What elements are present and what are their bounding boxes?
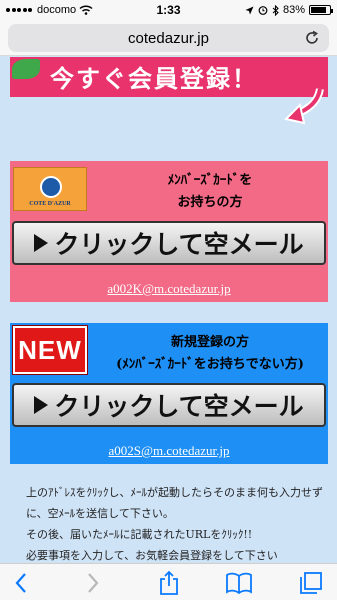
battery-icon: [309, 5, 333, 15]
instructions-text: 上のｱﾄﾞﾚｽをｸﾘｯｸし、ﾒｰﾙが起動したらそのまま何も入力せず に、空ﾒｰﾙ…: [26, 482, 326, 563]
banner-text: 今すぐ会員登録！: [50, 65, 258, 93]
member-card-logo: COTE D'AZUR: [13, 167, 87, 211]
leaf-icon: [12, 59, 40, 79]
address-bar[interactable]: cotedazur.jp: [8, 24, 329, 52]
new-badge: NEW: [12, 325, 88, 375]
status-bar: docomo 1:33 83%: [0, 0, 337, 20]
url-text[interactable]: cotedazur.jp: [8, 30, 329, 47]
new-badge-label: NEW: [18, 334, 82, 365]
member-heading-line2: お持ちの方: [177, 195, 243, 210]
logo-text: COTE D'AZUR: [29, 201, 71, 207]
forward-icon[interactable]: [80, 570, 106, 596]
logo-emblem-icon: [40, 176, 62, 198]
alarm-icon: [258, 6, 268, 15]
status-right: 83%: [245, 4, 333, 16]
battery-percent: 83%: [282, 4, 305, 16]
bluetooth-icon: [272, 4, 279, 16]
reload-icon[interactable]: [303, 29, 321, 47]
member-button-label: クリックして空メール: [54, 230, 304, 259]
play-icon: [34, 396, 49, 414]
location-icon: [245, 6, 254, 14]
instruction-line: 上のｱﾄﾞﾚｽをｸﾘｯｸし、ﾒｰﾙが起動したらそのまま何も入力せず: [26, 486, 323, 499]
browser-chrome: cotedazur.jp: [0, 20, 337, 56]
web-content: 今すぐ会員登録！ COTE D'AZUR ﾒﾝﾊﾞｰｽﾞｶｰﾄﾞを お持ちの方 …: [0, 57, 337, 563]
member-card-section: COTE D'AZUR ﾒﾝﾊﾞｰｽﾞｶｰﾄﾞを お持ちの方 クリックして空メー…: [10, 161, 328, 302]
bookmarks-icon[interactable]: [226, 570, 252, 596]
new-heading-line2: (ﾒﾝﾊﾞｰｽﾞｶｰﾄﾞをお持ちでない方): [116, 357, 304, 372]
tabs-icon[interactable]: [298, 570, 324, 596]
member-heading-line1: ﾒﾝﾊﾞｰｽﾞｶｰﾄﾞを: [167, 173, 253, 188]
new-button-label: クリックして空メール: [54, 392, 304, 421]
back-icon[interactable]: [8, 570, 34, 596]
member-empty-mail-button[interactable]: クリックして空メール: [12, 221, 326, 265]
instruction-line: 必要事項を入力して、お気軽会員登録をして下さい: [26, 549, 278, 562]
member-email-link[interactable]: a002K@m.cotedazur.jp: [10, 281, 328, 297]
play-icon: [34, 234, 49, 252]
instruction-line: その後、届いたﾒｰﾙに記載されたURLをｸﾘｯｸ!!: [26, 528, 253, 541]
new-heading-line1: 新規登録の方: [170, 335, 249, 350]
browser-toolbar: [0, 563, 337, 600]
instruction-line: に、空ﾒｰﾙを送信して下さい。: [26, 507, 174, 520]
share-icon[interactable]: [156, 570, 182, 596]
new-empty-mail-button[interactable]: クリックして空メール: [12, 383, 326, 427]
arrow-icon: [284, 88, 324, 125]
new-email-link[interactable]: a002S@m.cotedazur.jp: [10, 443, 328, 459]
new-registration-section: NEW 新規登録の方 (ﾒﾝﾊﾞｰｽﾞｶｰﾄﾞをお持ちでない方) クリックして空…: [10, 323, 328, 464]
